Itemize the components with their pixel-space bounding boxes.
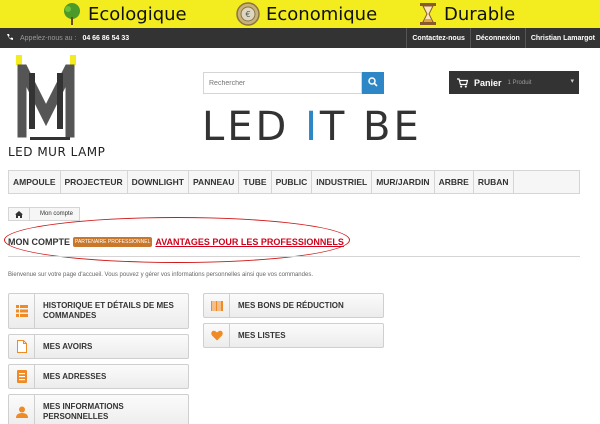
search-bar <box>203 72 384 94</box>
top-links: Contactez-nous Déconnexion Christian Lam… <box>406 28 600 48</box>
user-icon <box>9 395 35 424</box>
menu-item-ruban[interactable]: RUBAN <box>474 171 514 193</box>
breadcrumb-home[interactable] <box>8 207 30 221</box>
cart-button[interactable]: Panier 1 Produit ▾ <box>449 71 579 94</box>
barcode-icon <box>204 294 230 317</box>
banner-item-economique: € Economique <box>236 0 377 28</box>
heading-divider <box>8 256 580 257</box>
lamp-logo-icon <box>16 55 76 140</box>
personal-info-button[interactable]: MES INFORMATIONS PERSONNELLES <box>8 394 189 424</box>
menu-item-panneau[interactable]: PANNEAU <box>189 171 240 193</box>
euro-coin-icon: € <box>236 2 260 26</box>
intro-text: Bienvenue sur votre page d'accueil. Vous… <box>8 272 313 278</box>
search-input[interactable] <box>203 72 363 94</box>
menu-item-ampoule[interactable]: AMPOULE <box>9 171 61 193</box>
svg-text:€: € <box>245 10 250 19</box>
document-icon <box>9 335 35 358</box>
banner-item-durable: Durable <box>418 0 515 28</box>
tree-icon <box>62 2 82 26</box>
chevron-down-icon: ▾ <box>570 78 574 85</box>
menu-item-industriel[interactable]: INDUSTRIEL <box>312 171 373 193</box>
cart-count: 1 Produit <box>507 79 532 86</box>
cart-label: Panier <box>474 77 502 88</box>
banner-item-ecologique: Ecologique <box>62 0 187 28</box>
wishlists-button[interactable]: MES LISTES <box>203 323 384 348</box>
menu-item-projecteur[interactable]: PROJECTEUR <box>61 171 128 193</box>
menu-item-mur-jardin[interactable]: MUR/JARDIN <box>372 171 435 193</box>
breadcrumb-current: Mon compte <box>30 207 81 221</box>
logo-brand-text: LED MUR LAMP <box>8 145 106 159</box>
top-nav-bar: Appelez-nous au : 04 66 86 54 33 Contact… <box>0 28 600 48</box>
phone-icon <box>6 33 14 43</box>
account-user-link[interactable]: Christian Lamargot <box>524 28 600 48</box>
list-icon <box>9 294 35 328</box>
promo-banner: Ecologique € Economique Durable <box>0 0 600 28</box>
search-button[interactable] <box>362 72 384 94</box>
site-logo[interactable]: LED MUR LAMP <box>8 55 106 159</box>
hourglass-icon <box>418 2 438 26</box>
phone-contact: Appelez-nous au : 04 66 86 54 33 <box>6 28 129 48</box>
menu-item-public[interactable]: PUBLIC <box>272 171 313 193</box>
home-icon <box>15 205 23 223</box>
menu-item-tube[interactable]: TUBE <box>239 171 272 193</box>
search-icon <box>368 74 378 92</box>
menu-item-arbre[interactable]: ARBRE <box>435 171 474 193</box>
credit-slips-button[interactable]: MES AVOIRS <box>8 334 189 359</box>
site-slogan: LED IT BE <box>202 104 422 150</box>
order-history-button[interactable]: HISTORIQUE ET DÉTAILS DE MES COMMANDES <box>8 293 189 329</box>
menu-item-downlight[interactable]: DOWNLIGHT <box>128 171 190 193</box>
contact-link[interactable]: Contactez-nous <box>406 28 470 48</box>
cart-icon <box>457 77 468 88</box>
addresses-button[interactable]: MES ADRESSES <box>8 364 189 389</box>
main-menu: AMPOULE PROJECTEUR DOWNLIGHT PANNEAU TUB… <box>8 170 580 194</box>
breadcrumb: Mon compte <box>8 207 81 221</box>
logout-link[interactable]: Déconnexion <box>469 28 525 48</box>
vouchers-button[interactable]: MES BONS DE RÉDUCTION <box>203 293 384 318</box>
heart-icon <box>204 324 230 347</box>
address-book-icon <box>9 365 35 388</box>
